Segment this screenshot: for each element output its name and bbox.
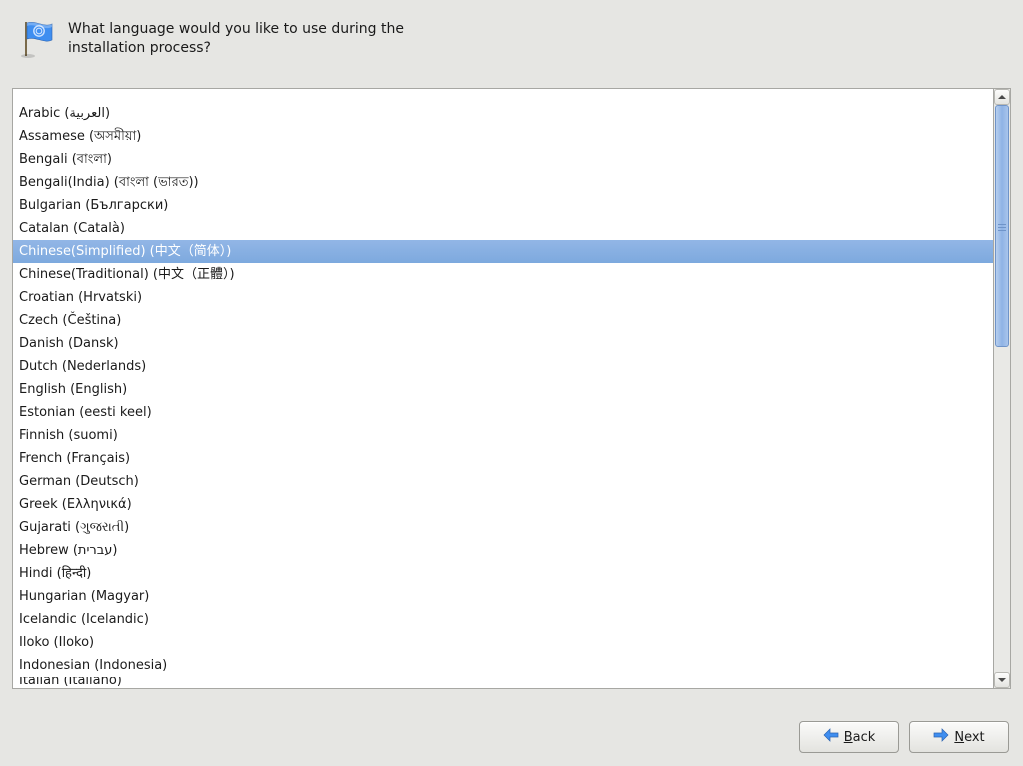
scroll-down-button[interactable]: [994, 672, 1010, 688]
language-option[interactable]: Hungarian (Magyar): [13, 585, 993, 608]
language-option[interactable]: Arabic (العربية): [13, 102, 993, 125]
scroll-track[interactable]: [994, 105, 1010, 672]
scroll-up-button[interactable]: [994, 89, 1010, 105]
language-option[interactable]: Icelandic (Icelandic): [13, 608, 993, 631]
language-option[interactable]: Danish (Dansk): [13, 332, 993, 355]
language-panel: Arabic (العربية)Assamese (অসমীয়া)Bengal…: [12, 88, 1011, 689]
language-option[interactable]: English (English): [13, 378, 993, 401]
language-option[interactable]: Gujarati (ગુજરાતી): [13, 516, 993, 539]
language-option[interactable]: Hebrew (עברית): [13, 539, 993, 562]
language-option[interactable]: Hindi (हिन्दी): [13, 562, 993, 585]
language-option[interactable]: Indonesian (Indonesia): [13, 654, 993, 677]
language-option[interactable]: Catalan (Català): [13, 217, 993, 240]
language-option[interactable]: Bengali (বাংলা): [13, 148, 993, 171]
prompt-text: What language would you like to use duri…: [68, 18, 418, 58]
next-mnemonic: N: [954, 730, 964, 745]
language-option[interactable]: Bulgarian (Български): [13, 194, 993, 217]
next-button-label: Next: [954, 730, 984, 745]
scroll-thumb[interactable]: [995, 105, 1009, 347]
language-option[interactable]: Estonian (eesti keel): [13, 401, 993, 424]
language-flag-icon: [14, 18, 54, 62]
language-option[interactable]: Czech (Čeština): [13, 309, 993, 332]
language-option[interactable]: Croatian (Hrvatski): [13, 286, 993, 309]
language-option[interactable]: Iloko (Iloko): [13, 631, 993, 654]
scrollbar[interactable]: [994, 88, 1011, 689]
language-option[interactable]: Finnish (suomi): [13, 424, 993, 447]
language-option[interactable]: German (Deutsch): [13, 470, 993, 493]
language-option[interactable]: Dutch (Nederlands): [13, 355, 993, 378]
language-option[interactable]: French (Français): [13, 447, 993, 470]
footer: Back Next: [0, 708, 1023, 766]
arrow-left-icon: [823, 728, 839, 746]
language-option[interactable]: Assamese (অসমীয়া): [13, 125, 993, 148]
back-button-label: Back: [844, 730, 876, 745]
list-item-partial-bottom[interactable]: Italian (Italiano): [13, 677, 993, 689]
language-option[interactable]: Bengali(India) (বাংলা (ভারত)): [13, 171, 993, 194]
back-mnemonic: B: [844, 730, 853, 745]
back-button[interactable]: Back: [799, 721, 899, 753]
next-button[interactable]: Next: [909, 721, 1009, 753]
header: What language would you like to use duri…: [0, 0, 1023, 78]
language-option[interactable]: Greek (Ελληνικά): [13, 493, 993, 516]
list-item-partial-top[interactable]: [13, 90, 993, 102]
language-option[interactable]: Chinese(Traditional) (中文（正體）): [13, 263, 993, 286]
arrow-right-icon: [933, 728, 949, 746]
language-list[interactable]: Arabic (العربية)Assamese (অসমীয়া)Bengal…: [12, 88, 994, 689]
language-option[interactable]: Chinese(Simplified) (中文（简体）): [13, 240, 993, 263]
